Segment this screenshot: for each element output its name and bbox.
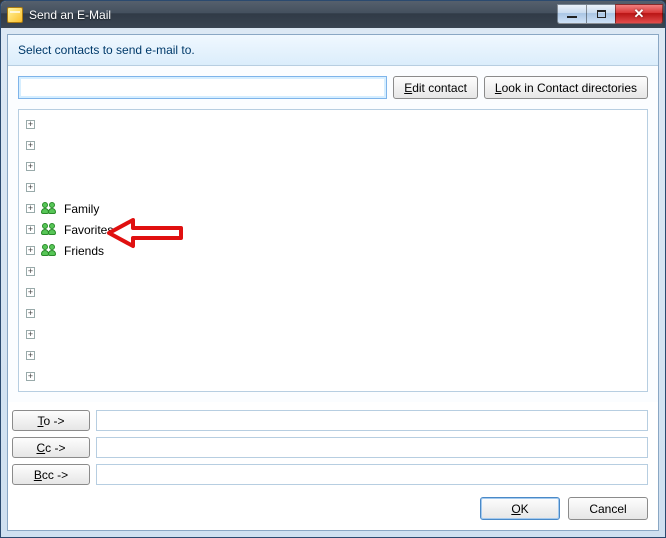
contact-item[interactable]: + [21, 261, 645, 282]
expand-box-icon[interactable]: + [26, 372, 35, 381]
expand-box-icon[interactable]: + [26, 246, 35, 255]
to-button-label: To -> [37, 414, 64, 428]
to-field[interactable] [96, 410, 648, 431]
plus-icon: + [28, 120, 33, 129]
contact-item[interactable]: + [21, 345, 645, 366]
expand-box-icon[interactable]: + [26, 141, 35, 150]
to-button[interactable]: To -> [12, 410, 90, 431]
contact-group-item[interactable]: + Family [21, 198, 645, 219]
cancel-button[interactable]: Cancel [568, 497, 648, 520]
edit-contact-button[interactable]: Edit contact [393, 76, 478, 99]
contact-item[interactable]: + [21, 282, 645, 303]
expand-box-icon[interactable]: + [26, 183, 35, 192]
group-icon [42, 202, 58, 216]
expand-box-icon[interactable]: + [26, 288, 35, 297]
group-icon [42, 244, 58, 258]
main-area: Edit contact Look in Contact directories… [8, 66, 658, 402]
plus-icon: + [28, 351, 33, 360]
expand-box-icon[interactable]: + [26, 267, 35, 276]
bcc-field[interactable] [96, 464, 648, 485]
app-icon [7, 7, 23, 23]
contact-item[interactable]: + [21, 324, 645, 345]
look-in-directories-label: Look in Contact directories [495, 81, 637, 95]
plus-icon: + [28, 288, 33, 297]
cc-button[interactable]: Cc -> [12, 437, 90, 458]
window-frame: Send an E-Mail ✕ Select contacts to send… [0, 0, 666, 538]
to-row: To -> [12, 410, 648, 431]
expand-box-icon[interactable]: + [26, 204, 35, 213]
list-item-label: Favorites [64, 223, 113, 237]
list-item-label: Friends [64, 244, 104, 258]
close-button[interactable]: ✕ [615, 4, 663, 24]
contact-item[interactable]: + [21, 135, 645, 156]
list-item-label: Family [64, 202, 99, 216]
expand-box-icon[interactable]: + [26, 162, 35, 171]
look-in-directories-button[interactable]: Look in Contact directories [484, 76, 648, 99]
cc-button-label: Cc -> [36, 441, 65, 455]
plus-icon: + [28, 267, 33, 276]
bcc-button[interactable]: Bcc -> [12, 464, 90, 485]
contact-item[interactable]: + [21, 156, 645, 177]
group-icon [42, 223, 58, 237]
cc-field[interactable] [96, 437, 648, 458]
expand-box-icon[interactable]: + [26, 225, 35, 234]
contact-item[interactable]: + [21, 303, 645, 324]
bcc-row: Bcc -> [12, 464, 648, 485]
plus-icon: + [28, 225, 33, 234]
title-bar: Send an E-Mail ✕ [1, 1, 665, 28]
plus-icon: + [28, 309, 33, 318]
ok-button[interactable]: OK [480, 497, 560, 520]
window-controls: ✕ [558, 4, 663, 24]
close-icon: ✕ [634, 7, 645, 20]
expand-box-icon[interactable]: + [26, 309, 35, 318]
plus-icon: + [28, 162, 33, 171]
contact-item[interactable]: + [21, 114, 645, 135]
recipient-fields: To -> Cc -> Bcc -> [8, 402, 658, 491]
expand-box-icon[interactable]: + [26, 120, 35, 129]
plus-icon: + [28, 330, 33, 339]
maximize-icon [597, 10, 606, 18]
contact-list-container: + + + + + Family + Favorites + Friends + + + + + + [18, 109, 648, 392]
search-input[interactable] [18, 76, 387, 99]
instruction-text: Select contacts to send e-mail to. [18, 43, 195, 57]
cancel-button-label: Cancel [589, 502, 626, 516]
maximize-button[interactable] [586, 4, 616, 24]
contact-item[interactable]: + [21, 366, 645, 387]
expand-box-icon[interactable]: + [26, 351, 35, 360]
ok-button-label: OK [511, 502, 528, 516]
instruction-bar: Select contacts to send e-mail to. [8, 35, 658, 66]
minimize-icon [567, 16, 577, 18]
plus-icon: + [28, 183, 33, 192]
plus-icon: + [28, 246, 33, 255]
dialog-buttons: OK Cancel [8, 491, 658, 530]
contact-list[interactable]: + + + + + Family + Favorites + Friends + + + + + + [19, 110, 647, 391]
contact-group-item[interactable]: + Favorites [21, 219, 645, 240]
plus-icon: + [28, 204, 33, 213]
contact-group-item[interactable]: + Friends [21, 240, 645, 261]
bcc-button-label: Bcc -> [34, 468, 68, 482]
minimize-button[interactable] [557, 4, 587, 24]
client-area: Select contacts to send e-mail to. Edit … [7, 34, 659, 531]
window-title: Send an E-Mail [29, 8, 558, 22]
edit-contact-label: Edit contact [404, 81, 467, 95]
plus-icon: + [28, 372, 33, 381]
expand-box-icon[interactable]: + [26, 330, 35, 339]
cc-row: Cc -> [12, 437, 648, 458]
plus-icon: + [28, 141, 33, 150]
top-row: Edit contact Look in Contact directories [18, 76, 648, 99]
contact-item[interactable]: + [21, 177, 645, 198]
